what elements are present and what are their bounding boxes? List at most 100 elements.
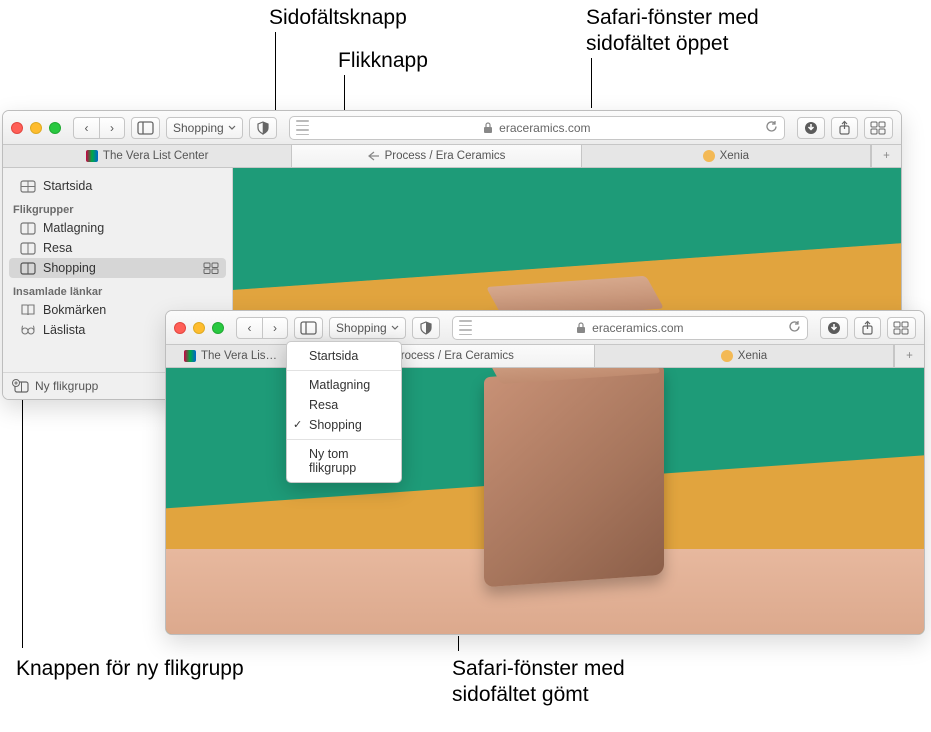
downloads-button[interactable] (820, 317, 848, 339)
reload-icon[interactable] (765, 120, 778, 136)
chevron-down-icon (228, 124, 236, 132)
sidebar-start-page[interactable]: Startsida (3, 176, 232, 196)
pin-back-icon (368, 151, 380, 161)
tab-title: Xenia (720, 150, 749, 162)
close-icon[interactable] (174, 322, 186, 334)
sidebar-group-item-selected[interactable]: Shopping (9, 258, 226, 278)
callout-window-sidebar-open: Safari-fönster med sidofältet öppet (586, 5, 806, 58)
tab-title: Xenia (738, 350, 767, 362)
back-forward-group: ‹ › (236, 317, 288, 339)
tab-group-selector[interactable]: Shopping (166, 117, 243, 139)
dropdown-separator (287, 370, 401, 371)
reader-icon[interactable] (459, 320, 472, 335)
downloads-button[interactable] (797, 117, 825, 139)
tabgroup-icon (21, 223, 35, 234)
sidebar-item-label: Bokmärken (43, 303, 106, 317)
new-tab-button[interactable]: + (871, 145, 901, 167)
back-button[interactable]: ‹ (73, 117, 99, 139)
callout-line (458, 636, 459, 651)
reader-icon[interactable] (296, 120, 309, 135)
shield-icon (256, 121, 270, 135)
callout-sidebar-button: Sidofältsknapp (269, 5, 407, 31)
back-button[interactable]: ‹ (236, 317, 262, 339)
new-tab-button[interactable]: + (894, 345, 924, 367)
share-button[interactable] (854, 317, 881, 339)
minimize-icon[interactable] (193, 322, 205, 334)
sidebar-item-label: Läslista (43, 323, 85, 337)
callout-tab-button: Flikknapp (338, 48, 428, 74)
toolbar: ‹ › Shopping eraceramics.com (166, 311, 924, 345)
tab-title: The Vera List Center (103, 150, 208, 162)
callout-line (22, 398, 23, 648)
address-bar[interactable]: eraceramics.com (289, 116, 785, 140)
forward-button[interactable]: › (262, 317, 288, 339)
tab-group-dropdown[interactable]: Startsida Matlagning Resa Shopping Ny to… (286, 341, 402, 483)
tabs-icon (894, 322, 909, 334)
sidebar-item-label: Resa (43, 241, 72, 255)
privacy-report-button[interactable] (412, 317, 440, 339)
book-icon (21, 304, 35, 316)
dropdown-item-selected[interactable]: Shopping (287, 415, 401, 435)
tabgroup-icon (21, 263, 35, 274)
close-icon[interactable] (11, 122, 23, 134)
sidebar-button[interactable] (131, 117, 160, 139)
tabs-overview-button[interactable] (887, 317, 916, 339)
traffic-lights[interactable] (11, 122, 61, 134)
sidebar-group-item[interactable]: Matlagning (3, 218, 232, 238)
reload-icon[interactable] (788, 320, 801, 336)
lock-icon (576, 322, 586, 334)
tab[interactable]: The Vera Lis… (166, 345, 296, 367)
minimize-icon[interactable] (30, 122, 42, 134)
sidebar-group-item[interactable]: Resa (3, 238, 232, 258)
address-bar[interactable]: eraceramics.com (452, 316, 808, 340)
dropdown-item[interactable]: Matlagning (287, 375, 401, 395)
sidebar-button[interactable] (294, 317, 323, 339)
safari-window-sidebar-hidden: ‹ › Shopping eraceramics.com (165, 310, 925, 635)
window-body (166, 368, 924, 634)
add-tabgroup-icon (13, 380, 28, 392)
back-forward-group: ‹ › (73, 117, 125, 139)
maximize-icon[interactable] (212, 322, 224, 334)
share-button[interactable] (831, 117, 858, 139)
address-text: eraceramics.com (592, 321, 683, 335)
chevron-down-icon (391, 324, 399, 332)
dropdown-item[interactable]: Resa (287, 395, 401, 415)
callout-line (591, 58, 592, 108)
favicon (86, 150, 98, 162)
callout-new-tabgroup-button: Knappen för ny flikgrupp (16, 656, 244, 682)
tab-title: Process / Era Ceramics (393, 350, 514, 362)
callout-window-sidebar-hidden: Safari-fönster med sidofältet gömt (452, 656, 672, 709)
sidebar-section-header: Insamlade länkar (3, 278, 232, 300)
sidebar-item-label: Matlagning (43, 221, 104, 235)
tab[interactable]: The Vera List Center (3, 145, 292, 167)
share-icon (838, 121, 851, 135)
tab-group-selector[interactable]: Shopping (329, 317, 406, 339)
glasses-icon (21, 324, 35, 336)
forward-button[interactable]: › (99, 117, 125, 139)
favicon (184, 350, 196, 362)
dropdown-separator (287, 439, 401, 440)
tabs-overview-button[interactable] (864, 117, 893, 139)
tab-title: Process / Era Ceramics (385, 150, 506, 162)
download-icon (804, 121, 818, 135)
tab[interactable]: Xenia (595, 345, 894, 367)
dropdown-item-start[interactable]: Startsida (287, 346, 401, 366)
sidebar-section-header: Flikgrupper (3, 196, 232, 218)
favicon (721, 350, 733, 362)
privacy-report-button[interactable] (249, 117, 277, 139)
favicon (703, 150, 715, 162)
tab-group-label: Shopping (336, 321, 387, 335)
sidebar-item-label: Startsida (43, 179, 92, 193)
share-icon (861, 321, 874, 335)
tab-bar: The Vera List Center Process / Era Ceram… (3, 145, 901, 168)
tabs-icon[interactable] (204, 263, 218, 274)
tab[interactable]: Xenia (582, 145, 871, 167)
dropdown-item-new[interactable]: Ny tom flikgrupp (287, 444, 401, 478)
traffic-lights[interactable] (174, 322, 224, 334)
new-tabgroup-label: Ny flikgrupp (35, 379, 98, 393)
shield-icon (419, 321, 433, 335)
toolbar: ‹ › Shopping eraceramics.com (3, 111, 901, 145)
tab-title: The Vera Lis… (201, 350, 277, 362)
tab[interactable]: Process / Era Ceramics (292, 145, 581, 167)
maximize-icon[interactable] (49, 122, 61, 134)
